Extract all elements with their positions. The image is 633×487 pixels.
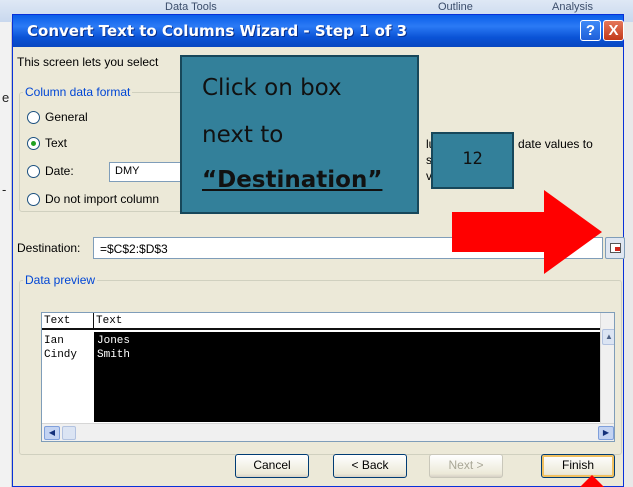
close-button[interactable]: X <box>603 20 624 41</box>
collapse-dialog-button[interactable] <box>605 237 625 259</box>
scroll-up-arrow-icon[interactable]: ▲ <box>602 329 614 345</box>
radio-circle[interactable] <box>27 192 40 206</box>
worksheet-edge: e - <box>0 22 12 487</box>
help-button[interactable]: ? <box>580 20 601 41</box>
radio-label: General <box>45 110 88 124</box>
preview-cell: Cindy <box>44 349 78 361</box>
radio-text[interactable]: Text <box>27 136 67 150</box>
step-number: 12 <box>462 149 483 169</box>
callout-emphasis: “Destination” <box>202 167 383 193</box>
radio-date[interactable]: Date: <box>27 164 74 178</box>
callout-line: next to <box>202 122 284 148</box>
data-preview-legend: Data preview <box>23 273 98 287</box>
scroll-thumb[interactable] <box>62 426 76 440</box>
preview-cell: Ian <box>44 335 64 347</box>
preview-header-row: Text Text <box>42 313 600 330</box>
ribbon-group-label: Data Tools <box>165 1 217 13</box>
ribbon-group-label: Outline <box>438 1 473 13</box>
preview-cell: Smith <box>97 349 131 361</box>
preview-column-header[interactable]: Text <box>44 315 70 327</box>
dialog-titlebar[interactable]: Convert Text to Columns Wizard - Step 1 … <box>13 15 624 47</box>
preview-cell: Jones <box>97 335 131 347</box>
step-number-badge: 12 <box>431 132 514 189</box>
radio-label: Date: <box>45 164 74 178</box>
worksheet-edge-right <box>624 22 633 487</box>
radio-label: Do not import column <box>45 192 160 206</box>
next-button: Next > <box>429 454 503 478</box>
radio-circle[interactable] <box>27 110 40 124</box>
radio-circle[interactable] <box>27 164 40 178</box>
dialog-title: Convert Text to Columns Wizard - Step 1 … <box>27 22 408 40</box>
callout-line: Click on box <box>202 75 342 101</box>
horizontal-scrollbar[interactable]: ◀ ▶ <box>42 423 614 441</box>
radio-skip-column[interactable]: Do not import column <box>27 192 159 206</box>
column-format-legend: Column data format <box>23 85 133 99</box>
preview-column-header[interactable]: Text <box>96 315 122 327</box>
scroll-left-arrow-icon[interactable]: ◀ <box>44 426 60 440</box>
worksheet-fragment: e <box>2 90 10 105</box>
radio-label: Text <box>45 136 68 150</box>
column-divider[interactable] <box>93 313 94 330</box>
red-pointer-icon <box>580 475 604 487</box>
intro-text: This screen lets you select <box>17 55 159 69</box>
worksheet-fragment: - <box>2 182 7 197</box>
destination-label: Destination: <box>17 241 81 255</box>
red-arrow-icon <box>452 190 602 274</box>
instruction-callout: Click on box next to “Destination” <box>180 55 419 214</box>
radio-circle-selected[interactable] <box>27 136 40 150</box>
scroll-right-arrow-icon[interactable]: ▶ <box>598 426 614 440</box>
cancel-button[interactable]: Cancel <box>235 454 309 478</box>
range-select-icon <box>610 243 621 253</box>
radio-general[interactable]: General <box>27 110 88 124</box>
ribbon-group-label: Analysis <box>552 1 593 13</box>
selected-column-highlight[interactable] <box>94 332 600 422</box>
vertical-scrollbar[interactable]: ▲ <box>600 313 614 423</box>
data-preview-pane[interactable]: Text Text Ian Cindy Jones Smith ▲ ◀ ▶ <box>41 312 615 442</box>
back-button[interactable]: < Back <box>333 454 407 478</box>
